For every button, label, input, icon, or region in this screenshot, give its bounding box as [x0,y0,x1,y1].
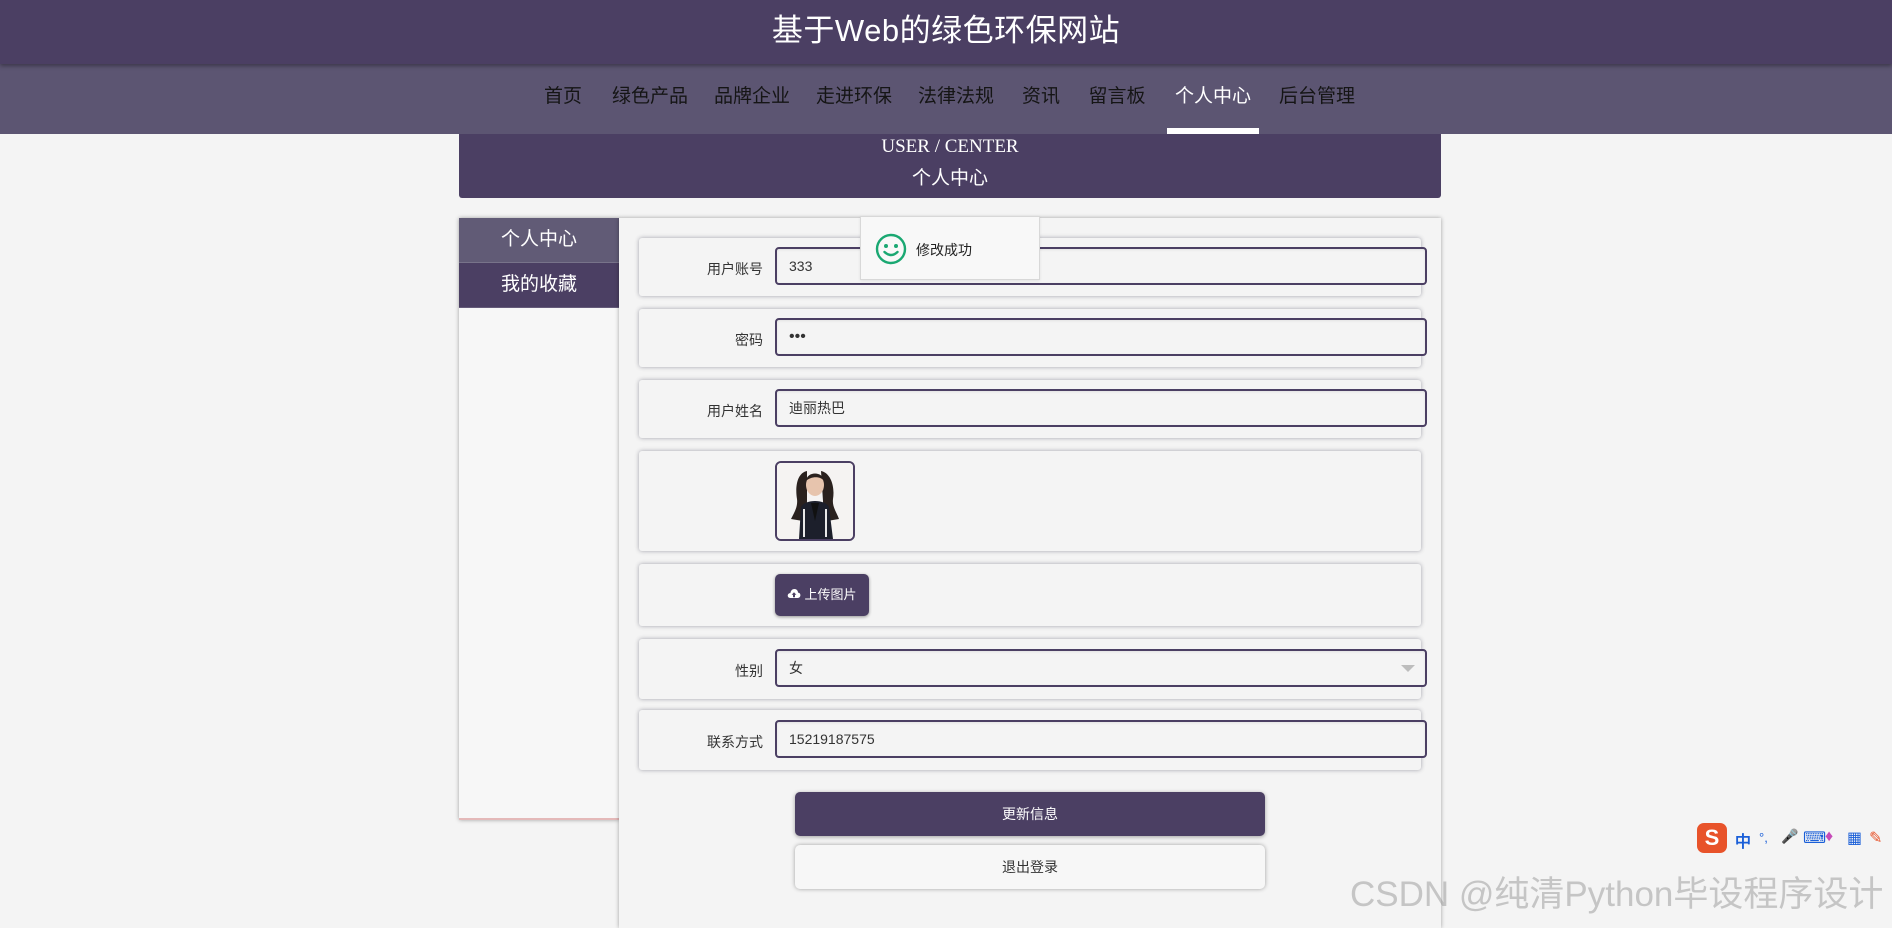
ime-keyboard-icon[interactable]: ⌨ [1803,828,1826,848]
nav-item-news[interactable]: 资讯 [1019,64,1063,134]
profile-form-panel: 用户账号 333 密码 ••• 用户姓名 迪丽热巴 上传图片 性别 女 联系方式… [619,218,1441,928]
ime-brand-letter: S [1704,825,1720,850]
ime-tool-icon[interactable]: ✎ [1869,828,1882,848]
nav-item-green-products[interactable]: 绿色产品 [612,64,688,134]
page-banner: USER / CENTER 个人中心 [459,134,1441,198]
password-input[interactable]: ••• [775,318,1427,356]
password-label: 密码 [735,332,763,348]
avatar-image[interactable] [775,461,855,541]
main-nav: 首页 绿色产品 品牌企业 走进环保 法律法规 资讯 留言板 个人中心 后台管理 [0,64,1892,134]
site-title: 基于Web的绿色环保网站 [771,13,1121,48]
user-sidebar: 个人中心 我的收藏 [459,218,619,820]
ime-mic-icon[interactable]: 🎤 [1781,828,1798,845]
avatar-photo-icon [777,463,853,539]
success-toast: 修改成功 [860,216,1040,280]
ime-punct-icon[interactable]: °, [1759,830,1768,845]
phone-input[interactable]: 15219187575 [775,720,1427,758]
ime-toolbar: S 中 °, 🎤 ⌨ ♦ ▦ ✎ [1697,822,1892,854]
site-header: 基于Web的绿色环保网站 [0,0,1892,64]
upload-row: 上传图片 [639,564,1421,626]
cloud-upload-icon [788,589,801,598]
gender-label: 性别 [735,663,763,679]
nav-item-home[interactable]: 首页 [541,64,585,134]
name-row: 用户姓名 迪丽热巴 [639,380,1427,438]
nav-item-admin[interactable]: 后台管理 [1279,64,1355,134]
nav-item-environment[interactable]: 走进环保 [816,64,892,134]
nav-item-user-center[interactable]: 个人中心 [1167,64,1259,134]
account-label: 用户账号 [707,261,763,277]
gender-select[interactable]: 女 [775,649,1427,687]
name-label: 用户姓名 [707,403,763,419]
logout-button[interactable]: 退出登录 [795,845,1265,889]
csdn-watermark: CSDN @纯清Python毕设程序设计 [1350,875,1884,914]
banner-chinese-title: 个人中心 [911,168,988,189]
avatar-row [639,451,1421,551]
upload-image-button[interactable]: 上传图片 [775,574,869,616]
ime-skin-icon[interactable]: ♦ [1825,828,1833,846]
gender-row: 性别 女 [639,639,1427,699]
ime-grid-icon[interactable]: ▦ [1847,828,1862,848]
sidebar-item-user-center[interactable]: 个人中心 [459,218,619,263]
nav-item-brand-companies[interactable]: 品牌企业 [714,64,790,134]
chevron-down-icon [1401,665,1415,672]
phone-row: 联系方式 15219187575 [639,710,1427,770]
smile-icon [875,233,907,265]
password-row: 密码 ••• [639,309,1427,367]
ime-logo-icon[interactable]: S [1697,823,1727,853]
sidebar-item-favorites[interactable]: 我的收藏 [459,263,619,308]
phone-label: 联系方式 [707,734,763,750]
gender-selected-value: 女 [789,660,803,676]
nav-item-laws[interactable]: 法律法规 [918,64,994,134]
banner-english-title: USER / CENTER [881,136,1019,157]
name-input[interactable]: 迪丽热巴 [775,389,1427,427]
toast-message: 修改成功 [916,242,972,258]
nav-item-message-board[interactable]: 留言板 [1087,64,1147,134]
ime-mode-icon[interactable]: 中 [1735,828,1751,852]
update-info-button[interactable]: 更新信息 [795,792,1265,836]
upload-image-label: 上传图片 [804,587,857,602]
